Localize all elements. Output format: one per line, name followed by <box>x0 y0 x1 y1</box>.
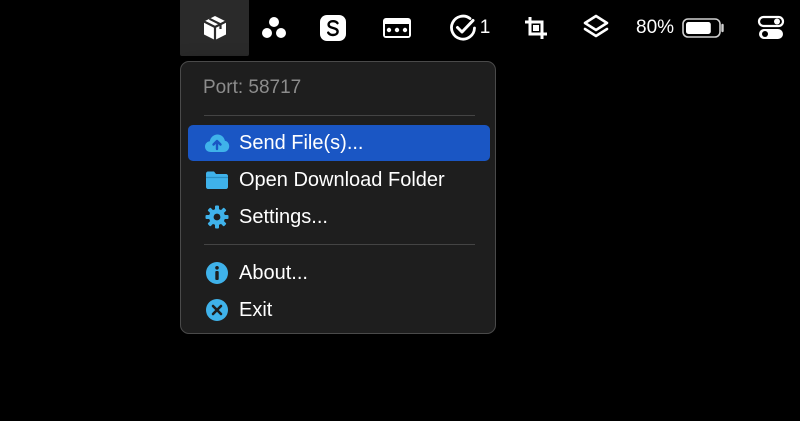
menu-item-settings[interactable]: Settings... <box>188 199 490 235</box>
menubar-dots-button[interactable] <box>258 0 290 56</box>
menu-item-label: Exit <box>239 298 273 321</box>
todo-count: 1 <box>479 17 491 38</box>
check-badge-icon <box>448 13 478 43</box>
menu-item-label: Settings... <box>239 205 328 228</box>
s-app-icon <box>319 14 347 42</box>
dots-cluster-icon <box>260 15 288 41</box>
gear-icon <box>204 204 230 230</box>
port-label: Port: 58717 <box>203 77 302 98</box>
menu-separator <box>204 115 475 116</box>
menubar-layers-button[interactable] <box>580 0 612 56</box>
menubar-window-button[interactable] <box>380 0 414 56</box>
menubar-todo-button[interactable]: 1 <box>444 0 494 56</box>
tray-dropdown-menu: Port: 58717 Send File(s)... Open Downloa… <box>180 61 496 334</box>
folder-icon <box>204 167 230 193</box>
app-box-icon <box>200 13 230 43</box>
layers-icon <box>582 13 610 43</box>
menu-item-exit[interactable]: Exit <box>188 292 490 328</box>
battery-percent: 80% <box>636 17 675 38</box>
battery-icon <box>682 17 726 39</box>
cloud-upload-icon <box>204 130 230 156</box>
crop-icon <box>523 15 549 41</box>
menu-item-label: About... <box>239 261 308 284</box>
menu-item-label: Send File(s)... <box>239 131 364 154</box>
menu-item-about[interactable]: About... <box>188 255 490 291</box>
menu-item-open-download-folder[interactable]: Open Download Folder <box>188 162 490 198</box>
close-circle-icon <box>204 297 230 323</box>
menubar-app-button[interactable] <box>180 0 249 56</box>
window-dots-icon <box>382 16 412 40</box>
menubar-s-app-button[interactable] <box>317 0 349 56</box>
info-icon <box>204 260 230 286</box>
menu-item-label: Open Download Folder <box>239 168 445 191</box>
menu-item-send-files[interactable]: Send File(s)... <box>188 125 490 161</box>
menubar-battery-button[interactable]: 80% <box>636 0 732 56</box>
menu-bar: 1 80% <box>0 0 800 56</box>
menubar-control-center-button[interactable] <box>756 0 786 56</box>
menu-separator <box>204 244 475 245</box>
toggles-icon <box>757 15 785 41</box>
menubar-crop-button[interactable] <box>521 0 551 56</box>
desktop: 1 80% Port: 58717 Send File(s)... Open D… <box>0 0 800 421</box>
